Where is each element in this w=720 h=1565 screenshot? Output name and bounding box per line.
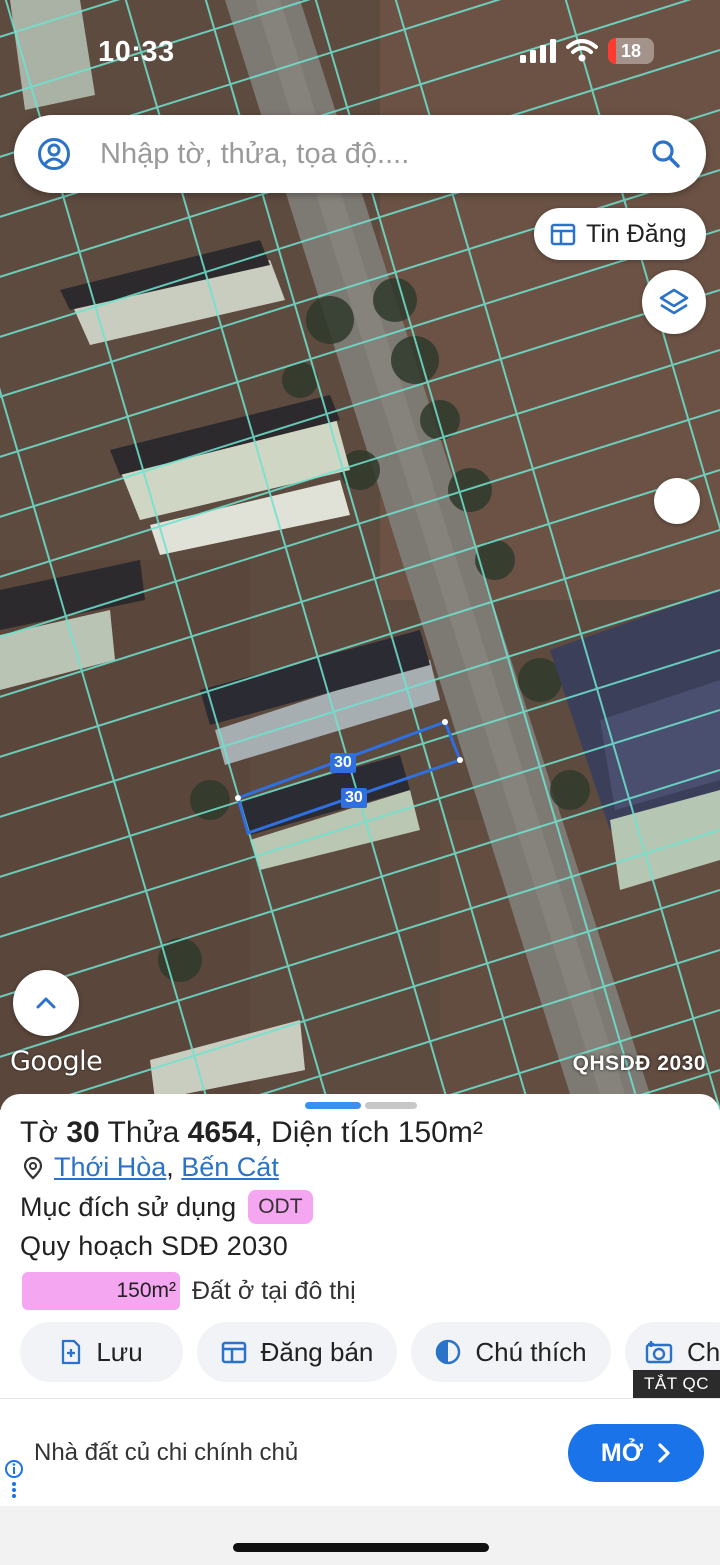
listing-icon	[221, 1341, 246, 1364]
pager-dot[interactable]	[365, 1102, 417, 1109]
map-layer-label: QHSDĐ 2030	[572, 1052, 706, 1075]
plan-label: Quy hoạch SDĐ 2030	[20, 1231, 289, 1261]
sheet-number: 30	[66, 1116, 100, 1149]
purpose-label: Mục đích sử dụng	[20, 1191, 237, 1222]
plan-area-value: 150m²	[116, 1279, 176, 1302]
ward-link[interactable]: Thới Hòa	[54, 1152, 166, 1183]
parcel-tag-selected[interactable]: 30	[341, 788, 367, 808]
google-logo: Google	[10, 1046, 103, 1077]
home-indicator[interactable]	[233, 1543, 489, 1552]
parcel-number: 4654	[187, 1116, 255, 1149]
battery-indicator: 18	[608, 38, 654, 64]
ad-info-icon[interactable]	[4, 1457, 24, 1501]
listing-icon	[550, 223, 576, 246]
pager-dot-active[interactable]	[305, 1102, 361, 1109]
search-input[interactable]	[100, 137, 646, 171]
account-icon[interactable]	[34, 134, 74, 174]
parcel-prefix: Thửa	[107, 1116, 180, 1149]
parcel-title: Tờ 30 Thửa 4654, Diện tích 150m²	[20, 1116, 483, 1150]
purpose-row: Mục đích sử dụng ODT	[20, 1190, 313, 1224]
battery-level: 18	[620, 40, 642, 61]
search-icon[interactable]	[646, 134, 686, 174]
location-pin-icon	[23, 1156, 43, 1179]
tin-dang-button[interactable]: Tin Đăng	[534, 208, 706, 260]
plan-area-desc: Đất ở tại đô thị	[192, 1276, 356, 1305]
contrast-icon	[436, 1339, 461, 1365]
camera-icon	[645, 1341, 673, 1364]
home-area	[0, 1506, 720, 1565]
ad-text[interactable]: Nhà đất củ chi chính chủ	[34, 1439, 298, 1467]
area-prefix: , Diện tích	[254, 1116, 390, 1149]
plan-area-row: 150m² Đất ở tại đô thị	[22, 1272, 356, 1310]
ad-open-button[interactable]: MỞ	[568, 1424, 704, 1482]
bookmark-plus-icon	[62, 1339, 81, 1365]
chevron-right-icon	[658, 1443, 670, 1463]
legend-button[interactable]: Chú thích	[411, 1322, 611, 1382]
purpose-code-badge: ODT	[248, 1190, 313, 1224]
search-bar[interactable]	[14, 115, 706, 193]
ad-open-label: MỞ	[600, 1438, 644, 1467]
legend-label: Chú thích	[475, 1336, 587, 1367]
close-ad-button[interactable]: TẮT QC	[633, 1370, 720, 1398]
tin-dang-label: Tin Đăng	[586, 219, 687, 248]
area-value: 150m²	[397, 1116, 483, 1149]
signal-icon	[520, 39, 556, 63]
save-label: Lưu	[96, 1336, 143, 1367]
wifi-icon	[566, 39, 598, 62]
status-bar: 10:33 18	[0, 0, 720, 100]
plan-area-bar: 150m²	[22, 1272, 180, 1310]
satellite-map[interactable]: 30 30 10:33 18 Nhập tờ, thửa, tọa độ....…	[0, 0, 720, 1110]
layers-button[interactable]	[642, 270, 706, 334]
map-side-handle[interactable]	[654, 478, 700, 524]
expand-panel-button[interactable]	[13, 970, 79, 1036]
post-sale-label: Đăng bán	[260, 1336, 374, 1367]
ad-banner[interactable]: Nhà đất củ chi chính chủ MỞ	[0, 1398, 720, 1506]
district-link[interactable]: Bến Cát	[181, 1152, 279, 1183]
camera-label: Ch	[687, 1336, 720, 1367]
action-row: Lưu Đăng bán Chú thích Ch	[20, 1322, 720, 1382]
chevron-up-icon	[36, 997, 56, 1009]
status-time: 10:33	[98, 36, 175, 68]
status-icons: 18	[520, 38, 654, 64]
save-button[interactable]: Lưu	[20, 1322, 183, 1382]
sheet-prefix: Tờ	[20, 1116, 58, 1149]
parcel-info-panel: Tờ 30 Thửa 4654, Diện tích 150m² Thới Hò…	[0, 1094, 720, 1399]
panel-pager[interactable]	[305, 1102, 417, 1109]
location-row: Thới Hòa, Bến Cát	[22, 1152, 279, 1183]
parcel-tag-top: 30	[330, 753, 356, 773]
post-sale-button[interactable]: Đăng bán	[197, 1322, 397, 1382]
layers-icon	[659, 288, 689, 315]
